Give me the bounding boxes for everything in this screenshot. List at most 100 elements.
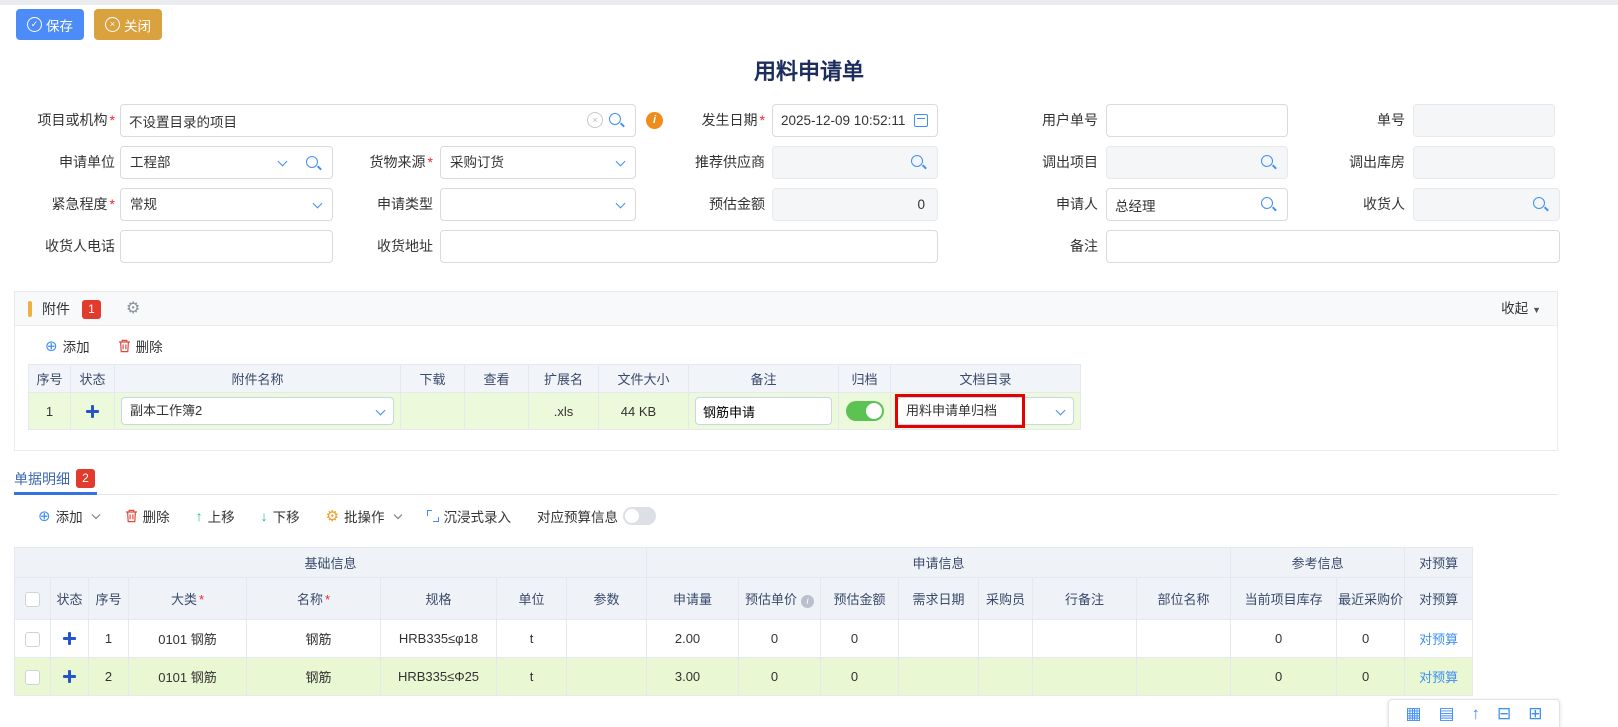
move-up-button[interactable]: ↑ 上移	[196, 506, 235, 526]
move-down-button[interactable]: ↓ 下移	[261, 506, 300, 526]
attachment-download-cell[interactable]	[401, 393, 465, 430]
attachment-view-cell[interactable]	[465, 393, 529, 430]
collapse-rows-icon[interactable]: ⊟	[1497, 705, 1511, 722]
receiver-phone-label: 收货人电话	[0, 230, 115, 263]
doc-no-label: 单号	[1300, 104, 1405, 137]
tab-details[interactable]: 单据明细 2	[14, 467, 97, 495]
collapse-button[interactable]: 收起▼	[1501, 292, 1541, 327]
apply-unit-select[interactable]: 工程部	[120, 146, 298, 179]
cell-part-name[interactable]	[1137, 620, 1231, 658]
list-icon[interactable]: ▤	[1439, 705, 1455, 722]
attachment-add-button[interactable]: ⊕ 添加	[45, 336, 90, 356]
col-seq: 序号	[29, 365, 71, 393]
remark-field[interactable]	[1106, 230, 1560, 263]
budget-toggle[interactable]	[623, 507, 656, 525]
cell-param[interactable]	[567, 658, 647, 696]
settings-gear-icon[interactable]: ⚙	[126, 292, 140, 326]
save-label: 保存	[46, 15, 73, 35]
cell-row-remark[interactable]	[1033, 620, 1137, 658]
apply-type-select[interactable]	[440, 188, 636, 221]
column-header-row: 状态 序号 大类* 名称* 规格 单位 参数 申请量 预估单价i 预估金额 需求…	[15, 578, 1473, 620]
archive-toggle[interactable]	[846, 401, 884, 421]
cell-spec[interactable]: HRB335≤Φ25	[381, 658, 497, 696]
cell-qty[interactable]: 3.00	[647, 658, 739, 696]
row-checkbox[interactable]	[25, 632, 40, 647]
remark-label: 备注	[990, 230, 1098, 263]
search-icon[interactable]	[609, 113, 625, 129]
project-field[interactable]: ×	[120, 104, 636, 137]
cell-buyer[interactable]	[979, 620, 1033, 658]
budget-link[interactable]: 对预算	[1419, 670, 1458, 685]
goods-source-select[interactable]: 采购订货	[440, 146, 636, 179]
cell-part-name[interactable]	[1137, 658, 1231, 696]
cell-est-price[interactable]: 0	[739, 620, 821, 658]
cell-need-date[interactable]	[899, 658, 979, 696]
batch-operation-button[interactable]: ⚙ 批操作	[326, 506, 401, 526]
rec-supplier-field[interactable]	[772, 146, 938, 179]
attachment-remark-input[interactable]	[695, 397, 832, 425]
add-circle-icon: ⊕	[45, 339, 58, 354]
row-checkbox[interactable]	[25, 670, 40, 685]
col-remark: 备注	[689, 365, 839, 393]
receive-address-field[interactable]	[440, 230, 938, 263]
cell-spec[interactable]: HRB335≤φ18	[381, 620, 497, 658]
budget-link[interactable]: 对预算	[1419, 632, 1458, 647]
receive-address-input[interactable]	[440, 230, 938, 263]
floating-toolbar: ▦ ▤ ↑ ⊟ ⊞	[1388, 699, 1560, 727]
save-button[interactable]: ✓ 保存	[16, 9, 84, 40]
cell-qty[interactable]: 2.00	[647, 620, 739, 658]
cell-param[interactable]	[567, 620, 647, 658]
immersive-entry-button[interactable]: 沉浸式录入	[427, 506, 512, 526]
out-project-field[interactable]	[1106, 146, 1288, 179]
close-button[interactable]: × 关闭	[94, 9, 162, 40]
cell-name[interactable]: 钢筋	[247, 620, 381, 658]
details-tab-bar: 单据明细 2	[14, 467, 1558, 495]
urgency-select[interactable]: 常规	[120, 188, 333, 221]
cell-unit[interactable]: t	[497, 658, 567, 696]
cell-est-price[interactable]: 0	[739, 658, 821, 696]
applicant-field[interactable]	[1106, 188, 1288, 221]
cell-category[interactable]: 0101 钢筋	[129, 658, 247, 696]
attachments-count-badge: 1	[82, 300, 101, 319]
detail-row-selected: 2 0101 钢筋 钢筋 HRB335≤Φ25 t 3.00 0 0 0 0 对…	[15, 658, 1473, 696]
project-input[interactable]	[120, 104, 636, 137]
receiver-phone-input[interactable]	[120, 230, 333, 263]
required-mark: *	[325, 592, 330, 607]
table-icon[interactable]: ▦	[1405, 705, 1421, 722]
search-icon[interactable]	[1261, 197, 1277, 213]
receiver-field[interactable]	[1413, 188, 1560, 221]
receiver-phone-field[interactable]	[120, 230, 333, 263]
cell-buyer[interactable]	[979, 658, 1033, 696]
col-view: 查看	[465, 365, 529, 393]
cell-name[interactable]: 钢筋	[247, 658, 381, 696]
attachment-seq: 1	[29, 393, 71, 430]
attachments-panel: 附件 1 ⚙ 收起▼ ⊕ 添加 删除 序号 状态 附件名称 下载 查看 扩展	[14, 291, 1558, 451]
apply-type-label: 申请类型	[328, 188, 433, 221]
user-no-field[interactable]	[1106, 104, 1288, 137]
cell-row-remark[interactable]	[1033, 658, 1137, 696]
detail-add-button[interactable]: ⊕ 添加	[38, 506, 99, 526]
doc-dir-select[interactable]: 用料申请单归档	[897, 397, 1074, 425]
cell-category[interactable]: 0101 钢筋	[129, 620, 247, 658]
clear-icon[interactable]: ×	[587, 112, 603, 128]
occur-date-field[interactable]	[772, 104, 938, 137]
search-icon[interactable]	[1261, 155, 1277, 171]
cell-seq: 2	[89, 658, 129, 696]
out-project-label: 调出项目	[990, 146, 1098, 179]
up-icon[interactable]: ↑	[1472, 705, 1481, 722]
cell-need-date[interactable]	[899, 620, 979, 658]
calendar-icon[interactable]	[914, 114, 928, 127]
attachment-name-select[interactable]: 副本工作簿2	[121, 397, 394, 425]
cell-unit[interactable]: t	[497, 620, 567, 658]
user-no-input[interactable]	[1106, 104, 1288, 137]
row-plus-icon[interactable]	[63, 632, 76, 645]
row-plus-icon[interactable]	[86, 405, 99, 418]
attachment-delete-button[interactable]: 删除	[118, 336, 163, 356]
detail-delete-button[interactable]: 删除	[125, 506, 170, 526]
expand-rows-icon[interactable]: ⊞	[1528, 705, 1542, 722]
row-plus-icon[interactable]	[63, 670, 76, 683]
select-all-checkbox[interactable]	[25, 592, 40, 607]
search-icon[interactable]	[911, 155, 927, 171]
search-icon[interactable]	[1533, 197, 1549, 213]
remark-input[interactable]	[1106, 230, 1560, 263]
